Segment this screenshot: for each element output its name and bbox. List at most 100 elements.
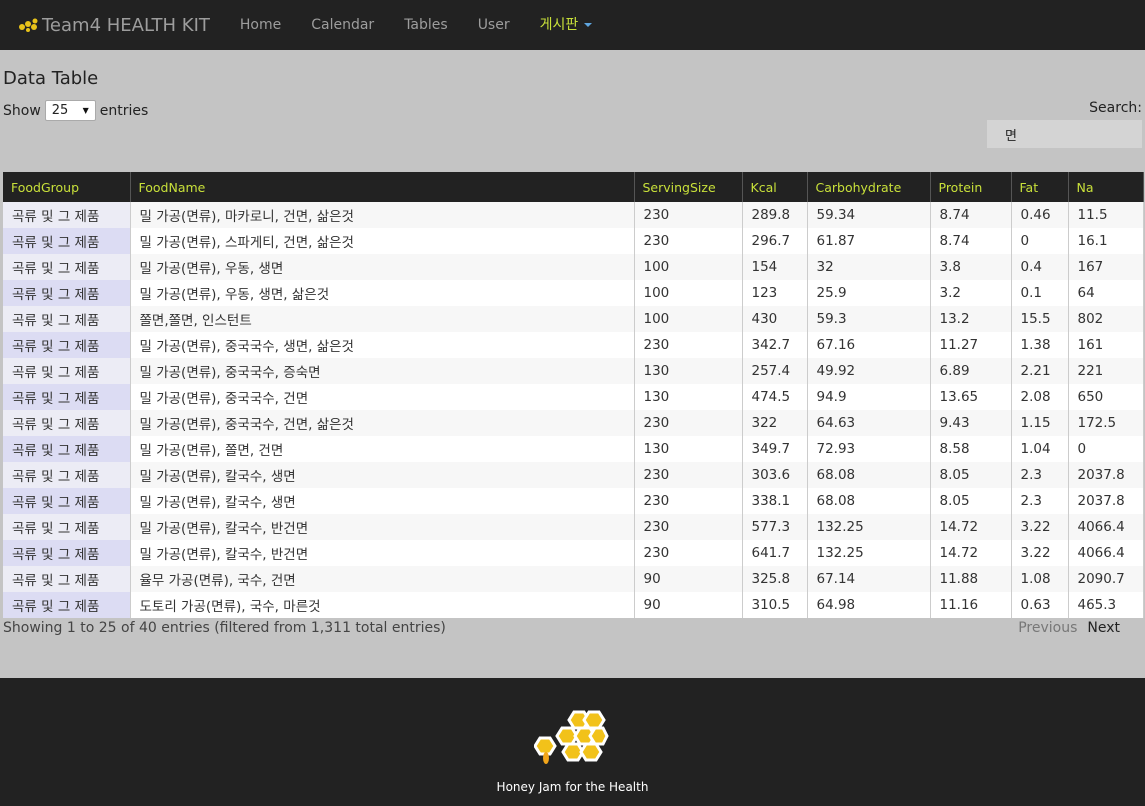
brand-link[interactable]: Team4 HEALTH KIT	[18, 0, 210, 50]
cell-servingsize: 130	[634, 358, 743, 384]
cell-kcal: 338.1	[742, 488, 808, 514]
nav-board-label: 게시판	[539, 17, 579, 33]
cell-servingsize: 230	[634, 410, 743, 436]
header-servingsize[interactable]: ServingSize	[634, 172, 743, 202]
cell-carbohydrate: 49.92	[807, 358, 931, 384]
cell-protein: 8.05	[930, 488, 1012, 514]
header-carbohydrate[interactable]: Carbohydrate	[807, 172, 931, 202]
cell-na: 2037.8	[1068, 488, 1144, 514]
honeycomb-logo-icon	[534, 710, 609, 764]
cell-kcal: 123	[742, 280, 808, 306]
table-row[interactable]: 곡류 및 그 제품 밀 가공(면류), 쫄면, 건면 130 349.7 72.93 8.…	[3, 436, 1144, 462]
cell-foodgroup: 곡류 및 그 제품	[3, 540, 131, 566]
cell-protein: 11.27	[930, 332, 1012, 358]
table-row[interactable]: 곡류 및 그 제품 밀 가공(면류), 마카로니, 건면, 삶은것 230 289.8…	[3, 202, 1144, 228]
cell-fat: 0.1	[1011, 280, 1069, 306]
cell-fat: 0.63	[1011, 592, 1069, 618]
table-row[interactable]: 곡류 및 그 제품 밀 가공(면류), 중국국수, 생면, 삶은것 230 342.7…	[3, 332, 1144, 358]
next-page-button[interactable]: Next	[1087, 620, 1120, 636]
cell-foodgroup: 곡류 및 그 제품	[3, 384, 131, 410]
table-row[interactable]: 곡류 및 그 제품 밀 가공(면류), 중국국수, 건면, 삶은것 230 322 64…	[3, 410, 1144, 436]
cell-foodname: 밀 가공(면류), 우동, 생면	[130, 254, 635, 280]
cell-na: 167	[1068, 254, 1144, 280]
table-row[interactable]: 곡류 및 그 제품 밀 가공(면류), 칼국수, 생면 230 303.6 68.08 8…	[3, 462, 1144, 488]
table-row[interactable]: 곡류 및 그 제품 밀 가공(면류), 칼국수, 반건면 230 641.7 132.2…	[3, 540, 1144, 566]
caret-down-icon	[584, 23, 593, 27]
cell-fat: 15.5	[1011, 306, 1069, 332]
pagination: Previous Next	[1018, 620, 1120, 636]
cell-foodname: 도토리 가공(면류), 국수, 마른것	[130, 592, 635, 618]
cell-protein: 11.16	[930, 592, 1012, 618]
header-foodgroup[interactable]: FoodGroup	[3, 172, 131, 202]
header-fat[interactable]: Fat	[1011, 172, 1069, 202]
entries-label: entries	[99, 102, 149, 119]
nav-tables[interactable]: Tables	[389, 0, 463, 50]
cell-servingsize: 230	[634, 462, 743, 488]
header-foodname[interactable]: FoodName	[130, 172, 635, 202]
cell-servingsize: 90	[634, 592, 743, 618]
nav-user[interactable]: User	[463, 0, 525, 50]
cell-na: 4066.4	[1068, 514, 1144, 540]
cell-servingsize: 100	[634, 280, 743, 306]
cell-kcal: 257.4	[742, 358, 808, 384]
cell-carbohydrate: 64.98	[807, 592, 931, 618]
header-kcal[interactable]: Kcal	[742, 172, 808, 202]
header-na[interactable]: Na	[1068, 172, 1144, 202]
table-row[interactable]: 곡류 및 그 제품 율무 가공(면류), 국수, 건면 90 325.8 67.14 11…	[3, 566, 1144, 592]
cell-carbohydrate: 59.3	[807, 306, 931, 332]
cell-na: 64	[1068, 280, 1144, 306]
cell-protein: 14.72	[930, 514, 1012, 540]
cell-carbohydrate: 72.93	[807, 436, 931, 462]
table-row[interactable]: 곡류 및 그 제품 밀 가공(면류), 스파게티, 건면, 삶은것 230 296.7…	[3, 228, 1144, 254]
header-protein[interactable]: Protein	[930, 172, 1012, 202]
cell-na: 650	[1068, 384, 1144, 410]
table-row[interactable]: 곡류 및 그 제품 밀 가공(면류), 칼국수, 생면 230 338.1 68.08 8…	[3, 488, 1144, 514]
cell-protein: 9.43	[930, 410, 1012, 436]
cell-na: 0	[1068, 436, 1144, 462]
cell-foodgroup: 곡류 및 그 제품	[3, 228, 131, 254]
previous-page-button[interactable]: Previous	[1018, 620, 1077, 636]
cell-protein: 8.74	[930, 228, 1012, 254]
cell-fat: 0	[1011, 228, 1069, 254]
cell-foodgroup: 곡류 및 그 제품	[3, 514, 131, 540]
cell-fat: 3.22	[1011, 514, 1069, 540]
table-row[interactable]: 곡류 및 그 제품 밀 가공(면류), 중국국수, 증숙면 130 257.4 49.9…	[3, 358, 1144, 384]
data-table-container: FoodGroup FoodName ServingSize Kcal Carbohyd…	[3, 172, 1144, 618]
cell-foodname: 쫄면,쫄면, 인스턴트	[130, 306, 635, 332]
nav-board-dropdown[interactable]: 게시판	[525, 0, 608, 50]
table-row[interactable]: 곡류 및 그 제품 도토리 가공(면류), 국수, 마른것 90 310.5 64.98…	[3, 592, 1144, 618]
cell-foodname: 밀 가공(면류), 중국국수, 건면	[130, 384, 635, 410]
cell-foodgroup: 곡류 및 그 제품	[3, 254, 131, 280]
cell-kcal: 296.7	[742, 228, 808, 254]
nav-calendar[interactable]: Calendar	[296, 0, 389, 50]
cell-na: 802	[1068, 306, 1144, 332]
cell-foodname: 밀 가공(면류), 중국국수, 생면, 삶은것	[130, 332, 635, 358]
entries-select-value: 25	[51, 103, 69, 118]
cell-protein: 13.65	[930, 384, 1012, 410]
cell-servingsize: 230	[634, 332, 743, 358]
table-header-row: FoodGroup FoodName ServingSize Kcal Carbohyd…	[3, 172, 1144, 202]
table-row[interactable]: 곡류 및 그 제품 밀 가공(면류), 중국국수, 건면 130 474.5 94.9 1…	[3, 384, 1144, 410]
cell-carbohydrate: 68.08	[807, 488, 931, 514]
table-row[interactable]: 곡류 및 그 제품 밀 가공(면류), 우동, 생면 100 154 32 3.8 0.4 1…	[3, 254, 1144, 280]
cell-na: 2090.7	[1068, 566, 1144, 592]
cell-foodname: 밀 가공(면류), 중국국수, 증숙면	[130, 358, 635, 384]
cell-na: 465.3	[1068, 592, 1144, 618]
cell-kcal: 289.8	[742, 202, 808, 228]
cell-protein: 8.74	[930, 202, 1012, 228]
cell-fat: 1.15	[1011, 410, 1069, 436]
cell-foodname: 밀 가공(면류), 마카로니, 건면, 삶은것	[130, 202, 635, 228]
cell-fat: 1.38	[1011, 332, 1069, 358]
table-info: Showing 1 to 25 of 40 entries (filtered …	[3, 620, 446, 636]
cell-na: 2037.8	[1068, 462, 1144, 488]
cell-carbohydrate: 67.14	[807, 566, 931, 592]
search-input[interactable]: 면	[987, 120, 1142, 148]
entries-select[interactable]: 25 ▼	[44, 100, 96, 121]
cell-servingsize: 130	[634, 384, 743, 410]
table-row[interactable]: 곡류 및 그 제품 쫄면,쫄면, 인스턴트 100 430 59.3 13.2 15.5 80…	[3, 306, 1144, 332]
cell-carbohydrate: 25.9	[807, 280, 931, 306]
nav-home[interactable]: Home	[225, 0, 296, 50]
cell-foodname: 밀 가공(면류), 칼국수, 생면	[130, 462, 635, 488]
table-row[interactable]: 곡류 및 그 제품 밀 가공(면류), 칼국수, 반건면 230 577.3 132.2…	[3, 514, 1144, 540]
table-row[interactable]: 곡류 및 그 제품 밀 가공(면류), 우동, 생면, 삶은것 100 123 25.9…	[3, 280, 1144, 306]
